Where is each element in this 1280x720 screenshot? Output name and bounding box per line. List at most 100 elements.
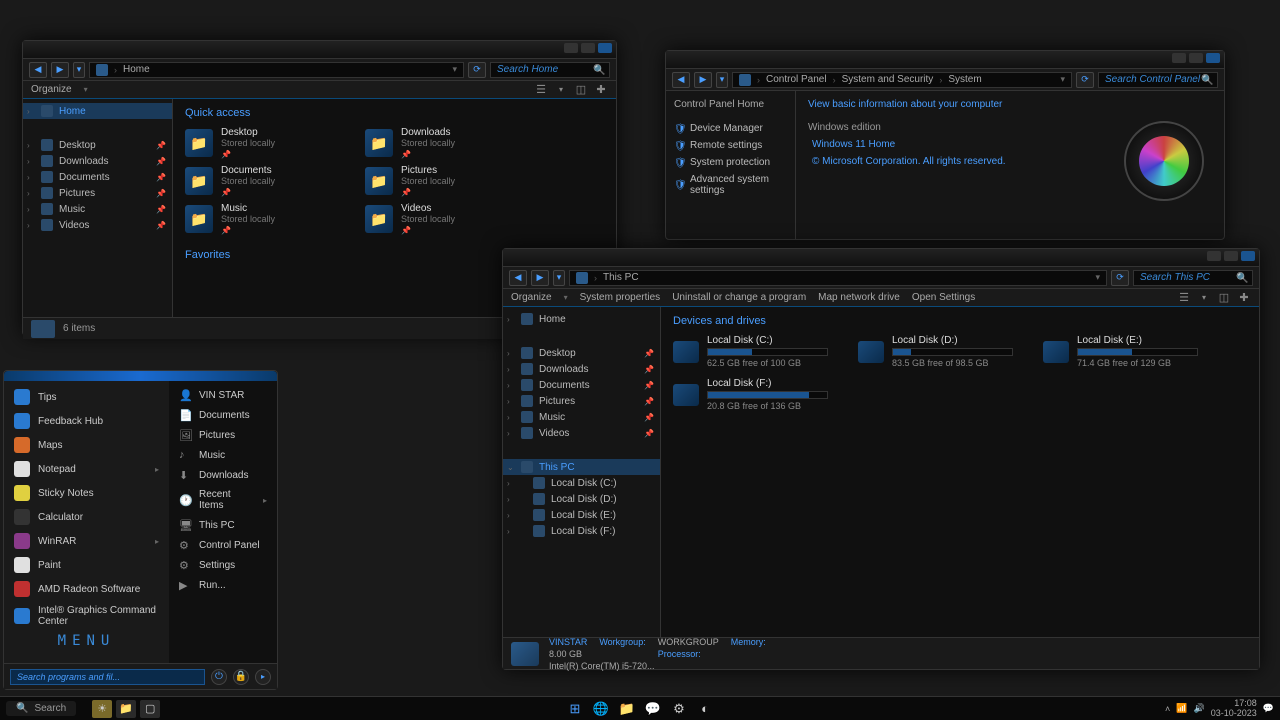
sidebar-disk[interactable]: › Local Disk (C:) <box>503 475 660 491</box>
start-place-item[interactable]: 🖼 Pictures <box>169 425 277 445</box>
drive-item[interactable]: Local Disk (E:) 71.4 GB free of 129 GB <box>1043 335 1198 368</box>
address-bar[interactable]: › Home ▾ <box>89 62 464 78</box>
back-button[interactable]: ◀ <box>29 62 47 78</box>
forward-button[interactable]: ▶ <box>531 270 549 286</box>
titlebar[interactable] <box>666 51 1224 69</box>
taskbar-app[interactable]: ◐ <box>695 700 715 718</box>
chevron-down-icon[interactable]: ▾ <box>452 64 457 75</box>
uninstall-program[interactable]: Uninstall or change a program <box>672 292 806 303</box>
sidebar-item[interactable]: › Music 📌 <box>23 201 172 217</box>
history-dropdown[interactable]: ▾ <box>73 62 85 78</box>
history-dropdown[interactable]: ▾ <box>716 72 728 88</box>
quick-access-item[interactable]: 📁 Pictures Stored locally 📌 <box>365 165 525 197</box>
refresh-button[interactable]: ⟳ <box>1076 72 1094 88</box>
taskbar-app[interactable]: ▢ <box>140 700 160 718</box>
search-icon[interactable]: 🔍 <box>1236 273 1246 283</box>
drive-item[interactable]: Local Disk (F:) 20.8 GB free of 136 GB <box>673 378 828 411</box>
map-network-drive[interactable]: Map network drive <box>818 292 900 303</box>
quick-access-item[interactable]: 📁 Downloads Stored locally 📌 <box>365 127 525 159</box>
start-place-item[interactable]: ⚙ Control Panel <box>169 535 277 555</box>
breadcrumb-segment[interactable]: System and Security <box>842 74 934 85</box>
forward-button[interactable]: ▶ <box>51 62 69 78</box>
start-place-item[interactable]: ⬇ Downloads <box>169 465 277 485</box>
start-app-item[interactable]: Sticky Notes <box>4 481 169 505</box>
breadcrumb-segment[interactable]: Control Panel <box>766 74 827 85</box>
close-button[interactable] <box>1241 251 1255 261</box>
start-app-item[interactable]: Maps <box>4 433 169 457</box>
sidebar-item[interactable]: › Pictures 📌 <box>503 393 660 409</box>
minimize-button[interactable] <box>564 43 578 53</box>
close-button[interactable] <box>598 43 612 53</box>
sidebar-item[interactable]: › Music 📌 <box>503 409 660 425</box>
start-place-item[interactable]: ♪ Music <box>169 445 277 465</box>
drive-item[interactable]: Local Disk (C:) 62.5 GB free of 100 GB <box>673 335 828 368</box>
start-app-item[interactable]: Feedback Hub <box>4 409 169 433</box>
organize-menu[interactable]: Organize <box>511 292 552 303</box>
organize-menu[interactable]: Organize <box>31 84 72 95</box>
address-segment[interactable]: This PC <box>603 272 639 283</box>
start-place-item[interactable]: 👤 VIN STAR <box>169 385 277 405</box>
tray-network-icon[interactable]: 📶 <box>1176 703 1187 714</box>
taskbar-app[interactable]: ⚙ <box>669 700 689 718</box>
search-box[interactable]: Search Control Panel 🔍 <box>1098 72 1218 88</box>
sidebar-item[interactable]: › Downloads 📌 <box>503 361 660 377</box>
sidebar-item[interactable]: › Downloads 📌 <box>23 153 172 169</box>
start-app-item[interactable]: Intel® Graphics Command Center <box>4 601 169 631</box>
sidebar-item[interactable]: › Documents 📌 <box>503 377 660 393</box>
view-list-icon[interactable]: ☰ <box>1177 292 1191 304</box>
cp-sidebar-link[interactable]: 🛡 Advanced system settings <box>674 171 787 199</box>
details-pane-icon[interactable]: ✚ <box>1237 292 1251 304</box>
refresh-button[interactable]: ⟳ <box>468 62 486 78</box>
sidebar-item[interactable]: › Pictures 📌 <box>23 185 172 201</box>
preview-pane-icon[interactable]: ◫ <box>1217 292 1231 304</box>
forward-button[interactable]: ▶ <box>694 72 712 88</box>
view-list-icon[interactable]: ☰ <box>534 84 548 96</box>
start-app-item[interactable]: Calculator <box>4 505 169 529</box>
sidebar-this-pc[interactable]: ⌄ This PC <box>503 459 660 475</box>
lock-button[interactable]: 🔒 <box>233 669 249 685</box>
maximize-button[interactable] <box>581 43 595 53</box>
tray-chevron-icon[interactable]: ˄ <box>1165 704 1170 714</box>
taskbar-edge[interactable]: 🌐 <box>591 700 611 718</box>
open-settings[interactable]: Open Settings <box>912 292 975 303</box>
back-button[interactable]: ◀ <box>509 270 527 286</box>
cp-sidebar-link[interactable]: 🛡 Remote settings <box>674 137 787 154</box>
start-button[interactable]: ⊞ <box>565 700 585 718</box>
quick-access-item[interactable]: 📁 Videos Stored locally 📌 <box>365 203 525 235</box>
start-place-item[interactable]: 🕐 Recent Items ▸ <box>169 485 277 515</box>
system-properties[interactable]: System properties <box>580 292 661 303</box>
sidebar-disk[interactable]: › Local Disk (E:) <box>503 507 660 523</box>
chevron-down-icon[interactable]: ▾ <box>1060 74 1065 85</box>
close-button[interactable] <box>1206 53 1220 63</box>
taskbar-search[interactable]: 🔍 Search <box>6 701 76 716</box>
start-place-item[interactable]: 🖥 This PC <box>169 515 277 535</box>
taskbar-widget[interactable]: ☀ <box>92 700 112 718</box>
start-app-item[interactable]: Notepad ▸ <box>4 457 169 481</box>
sidebar-item[interactable]: › Videos 📌 <box>23 217 172 233</box>
sidebar-item[interactable]: › Videos 📌 <box>503 425 660 441</box>
minimize-button[interactable] <box>1207 251 1221 261</box>
chevron-down-icon[interactable]: ▾ <box>554 84 568 96</box>
sidebar-home[interactable]: › Home <box>503 311 660 327</box>
taskbar-app[interactable]: 📁 <box>116 700 136 718</box>
breadcrumb-segment[interactable]: System <box>948 74 981 85</box>
quick-access-item[interactable]: 📁 Music Stored locally 📌 <box>185 203 345 235</box>
address-bar[interactable]: › This PC ▾ <box>569 270 1107 286</box>
titlebar[interactable] <box>23 41 616 59</box>
search-icon[interactable]: 🔍 <box>1201 75 1211 85</box>
taskbar-teams[interactable]: 💬 <box>643 700 663 718</box>
cp-sidebar-link[interactable]: 🛡 System protection <box>674 154 787 171</box>
sidebar-disk[interactable]: › Local Disk (D:) <box>503 491 660 507</box>
details-pane-icon[interactable]: ✚ <box>594 84 608 96</box>
search-box[interactable]: Search This PC 🔍 <box>1133 270 1253 286</box>
start-app-item[interactable]: Tips <box>4 385 169 409</box>
start-app-item[interactable]: AMD Radeon Software <box>4 577 169 601</box>
drive-item[interactable]: Local Disk (D:) 83.5 GB free of 98.5 GB <box>858 335 1013 368</box>
minimize-button[interactable] <box>1172 53 1186 63</box>
sidebar-disk[interactable]: › Local Disk (F:) <box>503 523 660 539</box>
maximize-button[interactable] <box>1224 251 1238 261</box>
start-search[interactable]: Search programs and fil... <box>10 669 205 685</box>
tray-notifications-icon[interactable]: 💬 <box>1263 703 1274 714</box>
tray-volume-icon[interactable]: 🔊 <box>1194 703 1205 714</box>
back-button[interactable]: ◀ <box>672 72 690 88</box>
